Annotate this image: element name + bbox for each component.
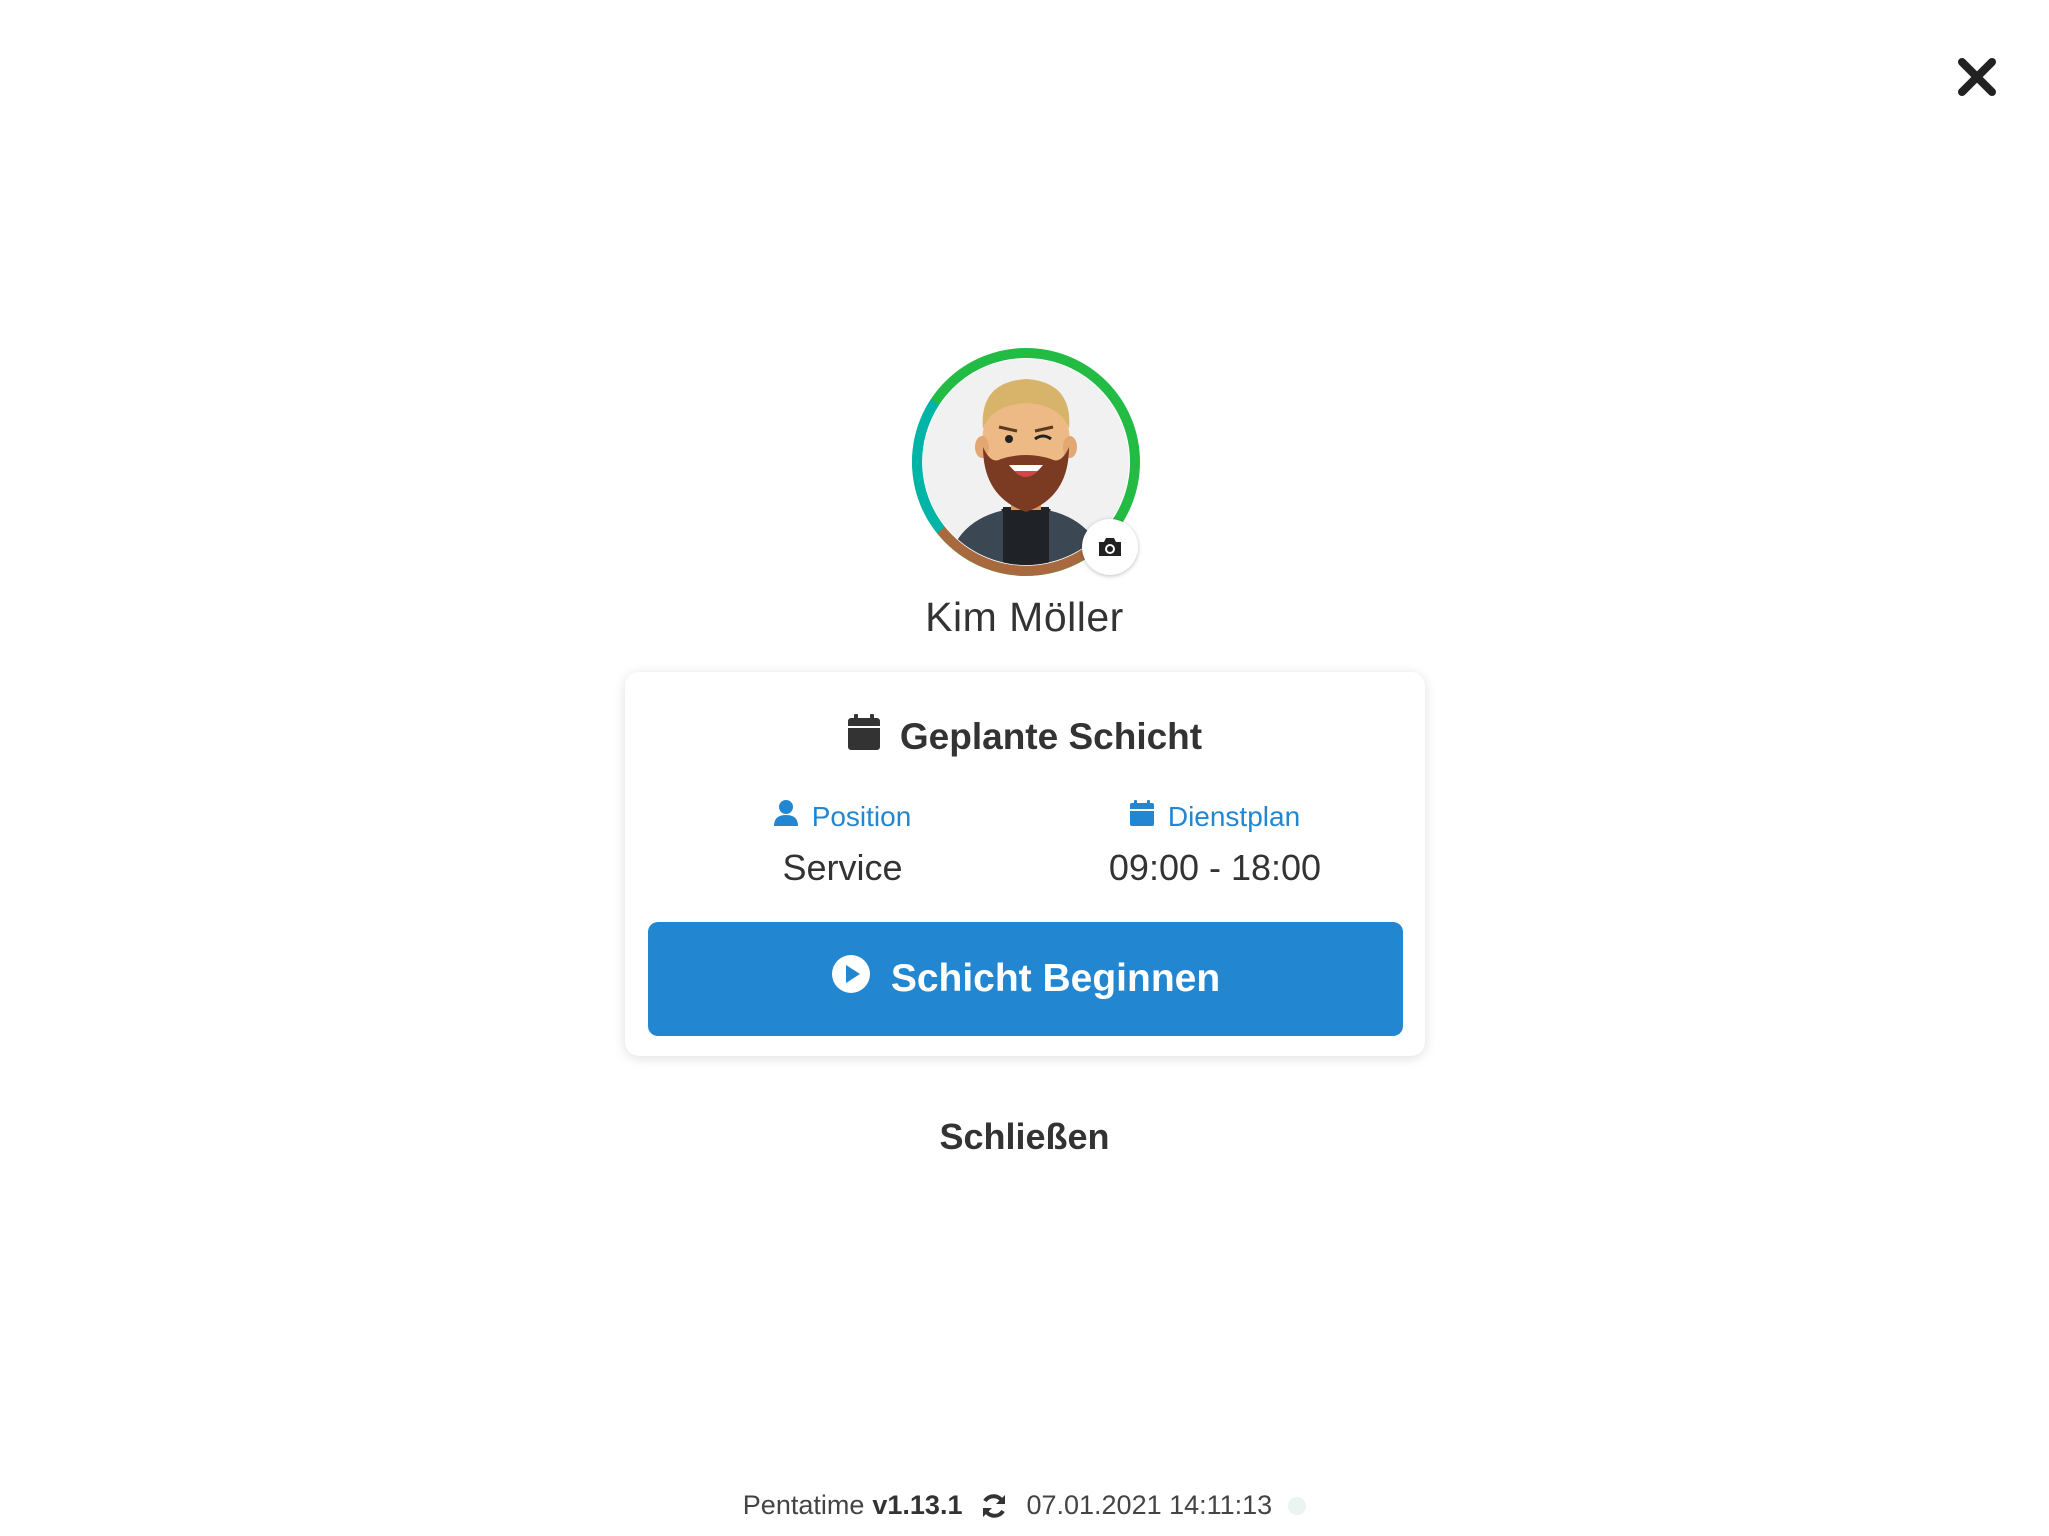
card-title: Geplante Schicht: [625, 714, 1425, 759]
schedule-label: Dienstplan: [1167, 800, 1301, 832]
footer: Pentatime v1.13.1 07.01.2021 14:11:13: [0, 1490, 2049, 1521]
start-shift-label: Schicht Beginnen: [890, 957, 1221, 1000]
app-version: v1.13.1: [872, 1490, 963, 1520]
user-name: Kim Möller: [925, 594, 1124, 640]
profile-shift-screen: Kim Möller Geplante Schicht Position Ser…: [0, 0, 2049, 1536]
planned-shift-card: Geplante Schicht Position Service Dienst…: [625, 672, 1425, 1056]
avatar: [911, 347, 1141, 577]
calendar-icon: [847, 714, 880, 759]
card-title-text: Geplante Schicht: [899, 715, 1203, 757]
position-label: Position: [811, 800, 912, 832]
schedule-value: 09:00 - 18:00: [1108, 847, 1322, 888]
status-indicator: [1288, 1496, 1307, 1515]
close-icon[interactable]: [1955, 55, 1999, 99]
refresh-icon[interactable]: [980, 1492, 1008, 1520]
camera-icon[interactable]: [1082, 519, 1138, 575]
calendar-icon: [1129, 800, 1154, 833]
position-column: Position Service: [705, 800, 980, 889]
timestamp: 07.01.2021 14:11:13: [1026, 1490, 1273, 1520]
schedule-column: Dienstplan 09:00 - 18:00: [1070, 800, 1360, 889]
start-shift-button[interactable]: Schicht Beginnen: [648, 922, 1403, 1036]
play-circle-icon: [831, 954, 871, 1004]
app-name: Pentatime: [742, 1490, 865, 1520]
user-icon: [773, 800, 798, 833]
position-value: Service: [782, 847, 903, 888]
close-button[interactable]: Schließen: [0, 1116, 2049, 1158]
